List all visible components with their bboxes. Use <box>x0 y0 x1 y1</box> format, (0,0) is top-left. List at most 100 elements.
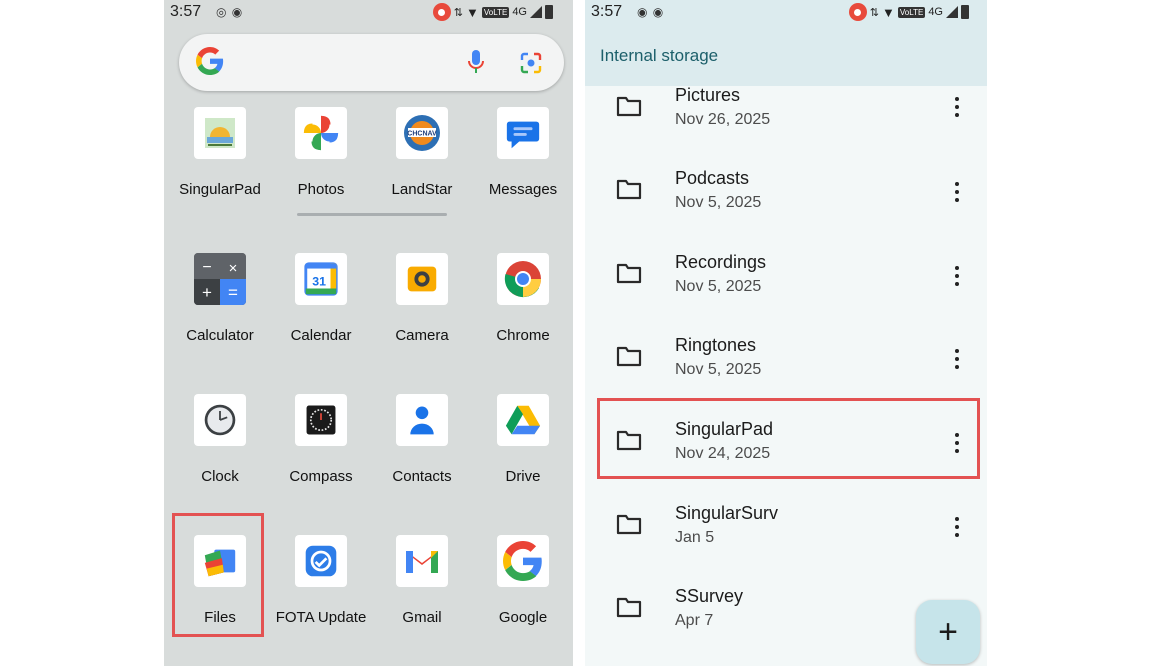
app-label: Camera <box>395 327 449 344</box>
landstar-icon: CHCNAV <box>396 107 448 159</box>
app-landstar[interactable]: CHCNAV LandStar <box>372 107 472 198</box>
signal-icon <box>530 6 542 18</box>
status-time: 3:57 <box>170 3 202 20</box>
clock-icon <box>194 394 246 446</box>
app-clock[interactable]: Clock <box>170 394 270 485</box>
folder-name: Pictures <box>675 85 741 105</box>
app-camera[interactable]: Camera <box>372 253 472 344</box>
app-header: 3:57 ◉ ◉ ⇅ ▼ VoLTE 4G Internal storage <box>585 0 987 86</box>
app-label: LandStar <box>391 181 453 198</box>
app-label: Contacts <box>392 468 452 485</box>
more-options-icon[interactable] <box>950 182 964 202</box>
google-lens-icon[interactable] <box>519 51 543 80</box>
more-options-icon[interactable] <box>950 349 964 369</box>
gmail-icon <box>396 535 448 587</box>
app-chrome[interactable]: Chrome <box>473 253 573 344</box>
folder-icon <box>616 262 642 289</box>
folder-icon <box>616 345 642 372</box>
status-bar: 3:57 ◎ ◉ ⇅ ▼ VoLTE 4G <box>164 0 573 24</box>
app-gmail[interactable]: Gmail <box>372 535 472 626</box>
app-singularpad[interactable]: SingularPad <box>170 107 270 198</box>
volte-icon: VoLTE <box>481 6 510 18</box>
svg-text:−: − <box>202 259 211 276</box>
app-calculator[interactable]: − × + = Calculator <box>170 253 270 344</box>
folder-row[interactable]: Recordings Nov 5, 2025 <box>585 252 987 336</box>
folder-icon <box>616 596 642 623</box>
battery-icon <box>961 5 969 19</box>
svg-text:+: + <box>202 283 212 302</box>
dock-divider <box>297 213 447 216</box>
app-label: Gmail <box>402 609 442 626</box>
drive-icon <box>497 394 549 446</box>
app-compass[interactable]: Compass <box>271 394 371 485</box>
calendar-icon: 31 <box>295 253 347 305</box>
status-time: 3:57 <box>591 3 623 20</box>
notification-icons: ◉ ◉ <box>637 5 665 19</box>
folder-date: Nov 5, 2025 <box>675 361 762 378</box>
app-label: Calendar <box>290 327 352 344</box>
volte-icon: VoLTE <box>897 6 926 18</box>
status-bar: 3:57 ◉ ◉ ⇅ ▼ VoLTE 4G <box>585 0 987 24</box>
folder-name: SingularSurv <box>675 503 779 523</box>
app-drive[interactable]: Drive <box>473 394 573 485</box>
svg-text:=: = <box>228 283 238 302</box>
folder-date: Nov 5, 2025 <box>675 194 762 211</box>
fota-update-icon <box>295 535 347 587</box>
app-label: Chrome <box>496 327 550 344</box>
screen-record-icon <box>432 3 451 21</box>
folder-row[interactable]: Pictures Nov 26, 2025 <box>585 85 987 169</box>
folder-date: Nov 26, 2025 <box>675 111 771 128</box>
app-label: Messages <box>488 181 558 198</box>
page-title: Internal storage <box>600 46 719 65</box>
app-label: FOTA Update <box>275 609 367 626</box>
wifi-icon: ▼ <box>466 4 479 20</box>
google-icon <box>497 535 549 587</box>
messages-icon <box>497 107 549 159</box>
folder-name: SSurvey <box>675 586 744 606</box>
app-label: Compass <box>289 468 353 485</box>
microphone-icon[interactable] <box>466 48 486 81</box>
folder-row[interactable]: Podcasts Nov 5, 2025 <box>585 168 987 252</box>
app-label: Clock <box>201 468 239 485</box>
camera-icon <box>396 253 448 305</box>
folder-date: Jan 5 <box>675 529 715 546</box>
app-label: Google <box>498 609 548 626</box>
more-options-icon[interactable] <box>950 266 964 286</box>
files-app-screen: 3:57 ◉ ◉ ⇅ ▼ VoLTE 4G Internal storage P… <box>585 0 987 666</box>
contacts-icon <box>396 394 448 446</box>
system-icons: ⇅ ▼ VoLTE 4G <box>848 3 969 21</box>
battery-icon <box>545 5 553 19</box>
folder-date: Apr 7 <box>675 612 714 629</box>
compass-icon <box>295 394 347 446</box>
app-label: SingularPad <box>179 181 261 198</box>
folder-name: Recordings <box>675 252 767 272</box>
google-g-icon <box>196 47 224 82</box>
signal-icon <box>946 6 958 18</box>
svg-text:×: × <box>229 260 238 277</box>
folder-icon <box>616 95 642 122</box>
app-fota-update[interactable]: FOTA Update <box>271 535 371 626</box>
more-options-icon[interactable] <box>950 517 964 537</box>
network-type: 4G <box>928 6 943 18</box>
folder-row[interactable]: SingularSurv Jan 5 <box>585 503 987 587</box>
folder-date: Nov 5, 2025 <box>675 278 762 295</box>
folder-name: Podcasts <box>675 168 750 188</box>
app-photos[interactable]: Photos <box>271 107 371 198</box>
svg-text:CHCNAV: CHCNAV <box>407 131 437 138</box>
google-search-bar[interactable] <box>179 34 564 91</box>
app-messages[interactable]: Messages <box>473 107 573 198</box>
network-type: 4G <box>512 6 527 18</box>
folder-icon <box>616 513 642 540</box>
new-folder-fab[interactable]: + <box>916 600 980 664</box>
app-google[interactable]: Google <box>473 535 573 626</box>
notification-icons: ◎ ◉ <box>216 5 244 19</box>
data-arrows-icon: ⇅ <box>869 6 880 19</box>
more-options-icon[interactable] <box>950 97 964 117</box>
calculator-icon: − × + = <box>194 253 246 305</box>
chrome-icon <box>497 253 549 305</box>
wifi-icon: ▼ <box>882 4 895 20</box>
app-label: Calculator <box>186 327 254 344</box>
app-calendar[interactable]: 31 Calendar <box>271 253 371 344</box>
app-label: Photos <box>297 181 345 198</box>
app-contacts[interactable]: Contacts <box>372 394 472 485</box>
